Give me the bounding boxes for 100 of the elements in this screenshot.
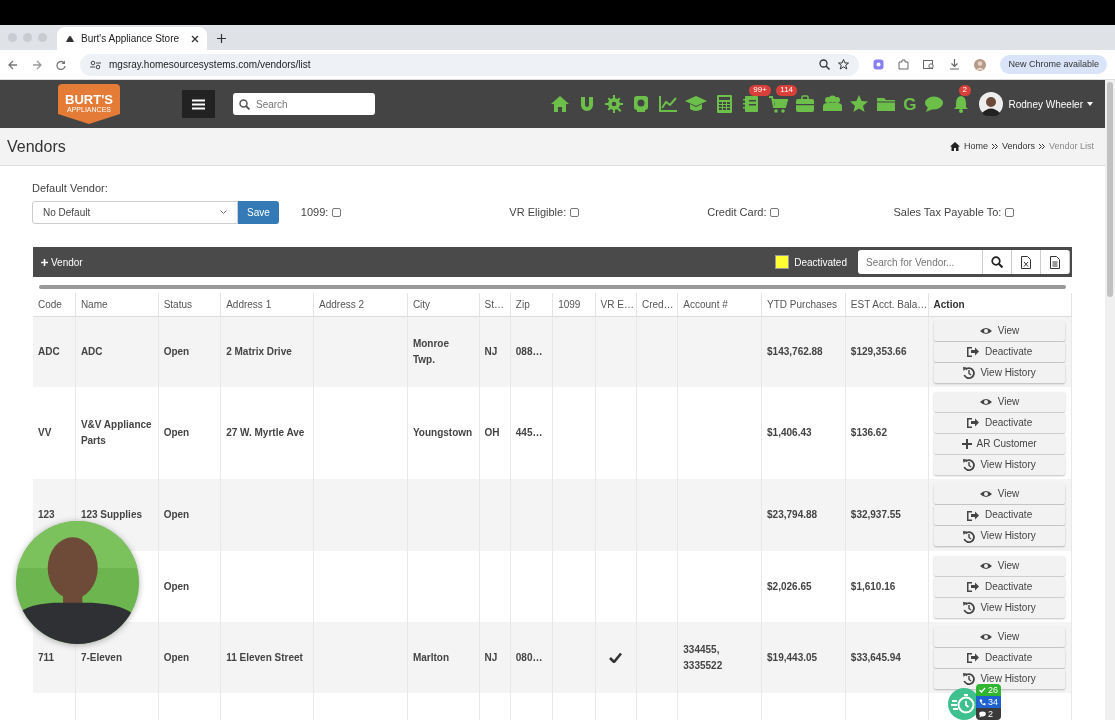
chevron-icon (220, 209, 227, 215)
column-header[interactable]: Name (75, 293, 159, 316)
column-header[interactable]: 1099 (552, 293, 596, 316)
counter-chip[interactable]: 34 (976, 696, 1001, 708)
column-header[interactable]: Account # (677, 293, 762, 316)
action-button[interactable]: Deactivate (933, 576, 1065, 597)
search-field[interactable]: Search (233, 93, 375, 115)
name-cell: ADC (80, 345, 103, 357)
address-cell: 2 Matrix Drive (226, 345, 292, 357)
column-header[interactable]: Code (33, 293, 76, 316)
action-button[interactable]: View History (933, 526, 1065, 546)
vendor-select[interactable]: No Default (32, 200, 238, 224)
checkbox[interactable] (570, 207, 580, 217)
briefcase-icon[interactable] (795, 94, 816, 114)
column-header[interactable]: EST Acct. Bala… (845, 293, 929, 316)
checkbox[interactable] (332, 207, 342, 217)
column-header[interactable]: YTD Purchases (761, 293, 846, 316)
close-icon[interactable] (191, 34, 199, 43)
save-button[interactable]: Save (238, 200, 279, 224)
action-button[interactable]: Deactivate (933, 505, 1065, 525)
checkbox[interactable] (1005, 207, 1015, 217)
checkbox-label: Sales Tax Payable To: (893, 204, 1002, 220)
action-button[interactable]: Deactivate (933, 341, 1065, 362)
action-button[interactable]: View (933, 391, 1065, 412)
action-button[interactable]: View (933, 484, 1065, 504)
amount-cell: $136.62 (850, 427, 887, 438)
back-icon[interactable] (8, 59, 18, 70)
action-button[interactable]: Deactivate (933, 647, 1065, 668)
checkbox[interactable] (770, 207, 780, 217)
user-avatar-icon[interactable] (978, 92, 1003, 116)
column-header[interactable]: City (407, 293, 479, 316)
breadcrumb-link[interactable]: Vendors (1001, 139, 1035, 154)
forward-icon[interactable] (32, 59, 42, 70)
eye-icon (978, 488, 993, 500)
zoom-icon[interactable] (819, 59, 831, 70)
calculator-icon[interactable] (714, 94, 735, 114)
browser-tab[interactable]: Burt's Appliance Store (57, 27, 207, 50)
column-header[interactable]: Address 1 (220, 293, 314, 316)
action-button[interactable]: View History (933, 597, 1065, 618)
profile-avatar-icon[interactable] (974, 58, 987, 71)
action-button[interactable]: AR Customer (933, 433, 1065, 454)
extension-icon[interactable] (873, 59, 885, 70)
column-header[interactable]: St… (479, 293, 511, 316)
code-cell: ADC (38, 345, 60, 357)
counter-chip[interactable]: 2 (976, 708, 1001, 720)
phone-icon (979, 698, 986, 706)
action-button[interactable]: Deactivate (933, 412, 1065, 433)
document-export-button[interactable] (1041, 250, 1070, 274)
add-vendor-button[interactable]: Vendor (41, 254, 83, 270)
menu-icon (192, 98, 205, 110)
breadcrumb-link[interactable]: Home (963, 139, 988, 154)
reload-icon[interactable] (56, 59, 66, 70)
action-button[interactable]: View History (933, 362, 1065, 383)
notification-badge: 114 (776, 85, 798, 96)
history-icon (962, 601, 976, 614)
page-title: Vendors (7, 136, 66, 157)
user-menu[interactable]: Rodney Wheeler (1008, 96, 1093, 112)
letter-icon[interactable]: G (903, 95, 917, 113)
state-cell: NJ (484, 651, 498, 663)
column-header[interactable]: Zip (510, 293, 553, 316)
column-header[interactable]: Address 2 (313, 293, 408, 316)
name-cell: 123 Supplies (80, 509, 142, 520)
update-button[interactable]: New Chrome available (1000, 54, 1107, 75)
search-button[interactable] (983, 250, 1012, 274)
users-icon[interactable] (822, 94, 843, 114)
action-button[interactable]: View (933, 320, 1065, 341)
gear-icon[interactable] (604, 94, 625, 114)
name-cell: V&V Appliance Parts (80, 419, 152, 446)
download-icon[interactable] (949, 59, 961, 70)
history-icon (962, 458, 976, 471)
amount-cell: $23,794.88 (767, 509, 818, 520)
history-icon (962, 366, 976, 380)
column-header[interactable]: VR E… (595, 293, 637, 316)
bookmark-star-icon[interactable] (838, 59, 850, 70)
separator-icon (991, 144, 998, 149)
menu-button[interactable] (182, 90, 215, 118)
excel-export-button[interactable] (1012, 250, 1041, 274)
code-cell: 123 (38, 509, 55, 520)
scrollbar[interactable] (1105, 80, 1115, 720)
column-header[interactable]: Status (158, 293, 221, 316)
tab-search-icon[interactable] (923, 59, 936, 70)
address-bar[interactable]: mgsray.homesourcesystems.com/vendors/list (80, 53, 860, 76)
sign-out-icon (965, 651, 980, 664)
action-button[interactable]: View (933, 626, 1065, 647)
vendor-search-field[interactable]: Search for Vendor... (858, 250, 983, 274)
amount-cell: $129,353.66 (850, 345, 907, 357)
cart-icon[interactable] (768, 94, 789, 114)
star-icon[interactable] (849, 94, 870, 114)
search-icon (991, 256, 1003, 268)
home-icon[interactable] (550, 94, 571, 114)
action-button[interactable]: View History (933, 454, 1065, 475)
line-chart-icon[interactable] (658, 94, 679, 114)
column-header[interactable]: Cred… (636, 293, 678, 316)
site-settings-icon[interactable] (90, 59, 101, 70)
action-button[interactable]: View (933, 555, 1065, 576)
puzzle-icon[interactable] (898, 59, 910, 70)
column-header[interactable]: Action (928, 293, 1072, 316)
graduation-cap-icon[interactable] (685, 94, 708, 114)
new-tab-icon[interactable] (217, 34, 226, 43)
chat-icon[interactable] (923, 94, 944, 114)
